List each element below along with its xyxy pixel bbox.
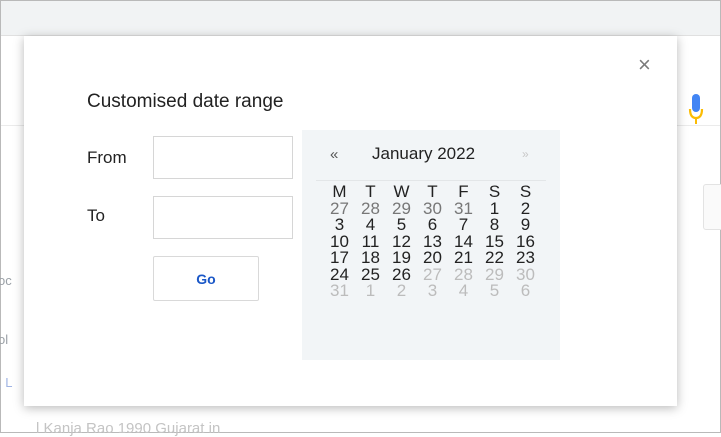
microphone-icon[interactable] — [688, 92, 704, 126]
date-range-dialog: × Customised date range From To Go « Jan… — [24, 36, 677, 406]
background-button — [703, 184, 721, 230]
calendar-day[interactable]: 1 — [355, 282, 386, 300]
calendar-day[interactable]: 4 — [448, 282, 479, 300]
next-month-button[interactable]: » — [522, 147, 529, 161]
calendar-day[interactable]: 2 — [386, 282, 417, 300]
background-text-fragment: oc — [0, 273, 12, 288]
browser-top-bar — [1, 1, 720, 36]
from-date-input[interactable] — [154, 137, 292, 178]
calendar-divider — [316, 180, 546, 181]
go-button[interactable]: Go — [153, 256, 259, 301]
to-label: To — [87, 206, 105, 225]
calendar-grid: M T W T F S S 27 28 29 30 31 1 2 3 4 5 6 7 8 9 10 11 12 13 14 15 16… — [324, 183, 541, 300]
previous-month-button[interactable]: « — [330, 146, 338, 163]
to-date-input[interactable] — [154, 197, 292, 238]
from-field[interactable] — [153, 136, 293, 179]
calendar-day[interactable]: 6 — [510, 282, 541, 300]
calendar-day[interactable]: 5 — [479, 282, 510, 300]
background-text-fragment: ol — [0, 332, 9, 347]
calendar-month-label[interactable]: January 2022 — [372, 144, 475, 164]
close-icon[interactable]: × — [638, 54, 651, 76]
background-result-text: l Kanja Rao 1990 Gujarat in — [36, 420, 221, 437]
from-label: From — [87, 148, 127, 167]
background-link-fragment: , L — [0, 375, 13, 390]
dialog-title: Customised date range — [87, 91, 284, 112]
to-field[interactable] — [153, 196, 293, 239]
calendar-day[interactable]: 3 — [417, 282, 448, 300]
calendar-day[interactable]: 31 — [324, 282, 355, 300]
date-picker-calendar: « January 2022 » M T W T F S S 27 28 29 30 31 1 2 3 4 5 6… — [302, 130, 560, 360]
